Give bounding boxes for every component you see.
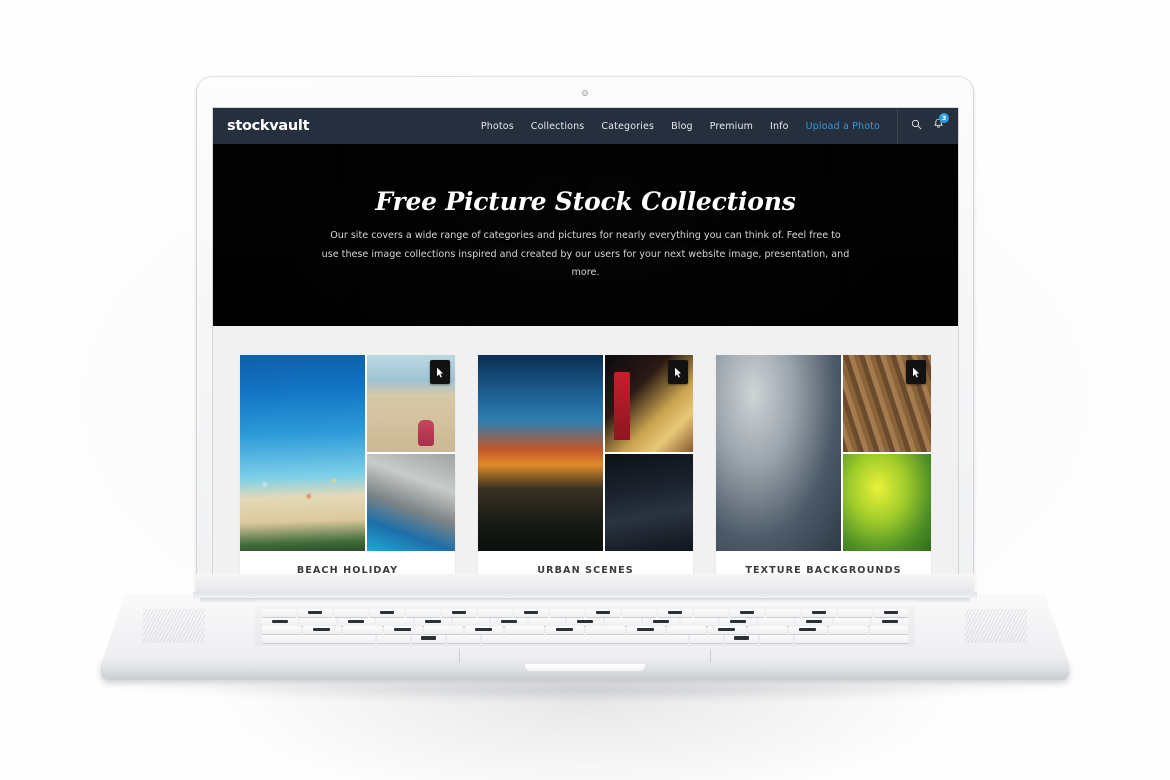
nav-item-collections[interactable]: Collections [531, 121, 585, 132]
thumbnail-image [240, 355, 365, 551]
hinge-shadow [200, 598, 970, 603]
thumbnail-image [604, 454, 693, 551]
webcam-icon [582, 90, 588, 96]
thumbnail-column [366, 355, 455, 551]
collections-section: BEACH HOLIDAY URBAN SCENES TEXTURE BACKG… [213, 326, 958, 574]
navbar-divider [897, 108, 898, 144]
cursor-arrow-icon[interactable] [906, 360, 926, 384]
search-icon[interactable] [911, 117, 922, 135]
keyboard-row [261, 617, 909, 626]
collection-card-beach-holiday[interactable]: BEACH HOLIDAY [240, 355, 455, 574]
site-logo[interactable]: stockvault [227, 118, 310, 134]
nav-item-info[interactable]: Info [770, 121, 789, 132]
keyboard-row [261, 634, 909, 643]
thumbnail-image [716, 355, 841, 551]
collection-thumbnail-mosaic [478, 355, 693, 551]
navbar-icons: 3 [911, 113, 949, 135]
nav-item-categories[interactable]: Categories [601, 121, 654, 132]
collection-title: BEACH HOLIDAY [296, 565, 399, 574]
laptop-screen: stockvault Photos Collections Categories… [213, 108, 958, 574]
collection-title: URBAN SCENES [537, 565, 634, 574]
lid-release-notch [525, 664, 645, 671]
nav-item-upload-a-photo[interactable]: Upload a Photo [806, 121, 880, 132]
thumbnail-column [604, 355, 693, 551]
laptop-base [101, 592, 1069, 684]
scene: stockvault Photos Collections Categories… [0, 0, 1170, 780]
collection-thumbnail-mosaic [240, 355, 455, 551]
nav-item-photos[interactable]: Photos [481, 121, 514, 132]
nav-item-blog[interactable]: Blog [671, 121, 693, 132]
cursor-arrow-icon[interactable] [430, 360, 450, 384]
speaker-grille-left [143, 609, 205, 643]
collection-thumbnail-mosaic [716, 355, 931, 551]
keyboard-row [261, 626, 909, 635]
thumbnail-image [478, 355, 603, 551]
collection-card-body: URBAN SCENES [478, 551, 693, 574]
bell-icon[interactable]: 3 [933, 113, 949, 135]
collection-card-texture-backgrounds[interactable]: TEXTURE BACKGROUNDS [716, 355, 931, 574]
collection-card-urban-scenes[interactable]: URBAN SCENES [478, 355, 693, 574]
main-nav: Photos Collections Categories Blog Premi… [481, 121, 880, 132]
thumbnail-image [366, 454, 455, 551]
laptop-lid: stockvault Photos Collections Categories… [196, 76, 974, 596]
collection-card-body: BEACH HOLIDAY [240, 551, 455, 574]
thumbnail-image [842, 454, 931, 551]
thumbnail-column [842, 355, 931, 551]
nav-item-premium[interactable]: Premium [710, 121, 753, 132]
keyboard-row [261, 609, 909, 618]
notification-badge: 3 [939, 113, 949, 123]
cursor-arrow-icon[interactable] [668, 360, 688, 384]
hero-section: Free Picture Stock Collections Our site … [213, 144, 958, 326]
collection-card-body: TEXTURE BACKGROUNDS [716, 551, 931, 574]
hero-subtitle: Our site covers a wide range of categori… [321, 229, 850, 279]
site-navbar: stockvault Photos Collections Categories… [213, 108, 958, 144]
collections-grid: BEACH HOLIDAY URBAN SCENES TEXTURE BACKG… [240, 355, 931, 574]
speaker-grille-right [965, 609, 1027, 643]
navbar-right: Photos Collections Categories Blog Premi… [481, 108, 949, 144]
hero-title: Free Picture Stock Collections [375, 186, 796, 216]
collection-title: TEXTURE BACKGROUNDS [745, 565, 902, 574]
keyboard[interactable] [255, 606, 915, 646]
device-shadow [120, 686, 1050, 702]
